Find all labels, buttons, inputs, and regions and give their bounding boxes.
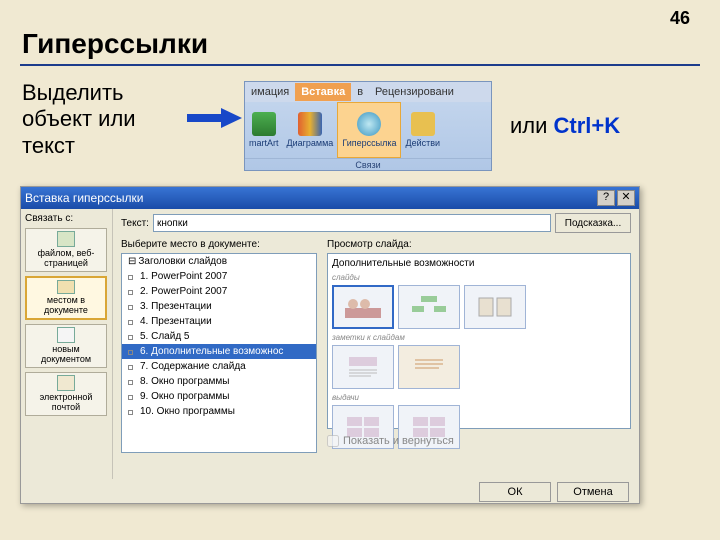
preview-thumb — [398, 285, 460, 329]
slide-tree[interactable]: Заголовки слайдов 1. PowerPoint 20072. P… — [121, 253, 317, 453]
ribbon-btn-smartart[interactable]: martArt — [245, 102, 283, 158]
ribbon-btn-hyperlink[interactable]: Гиперссылка — [337, 102, 401, 158]
show-return-label: Показать и вернуться — [343, 435, 454, 447]
preview-thumb — [332, 345, 394, 389]
new-doc-icon — [57, 327, 75, 343]
close-button[interactable]: ✕ — [617, 190, 635, 206]
title-rule — [20, 64, 700, 66]
preview-slide-title: Дополнительные возможности — [332, 258, 626, 269]
action-icon — [411, 112, 435, 136]
shortcut-text: или Ctrl+K — [510, 113, 620, 139]
email-icon — [57, 375, 75, 391]
cancel-button[interactable]: Отмена — [557, 482, 629, 502]
tree-label: Выберите место в документе: — [121, 239, 317, 250]
place-icon — [57, 280, 75, 294]
dialog-titlebar: Вставка гиперссылки ? ✕ — [21, 187, 639, 209]
slide-preview: Дополнительные возможности слайды заметк… — [327, 253, 631, 429]
ribbon-tabs: имация Вставка в Рецензировани — [245, 82, 491, 102]
link-to-new[interactable]: новым документом — [25, 324, 107, 368]
arrow-right-icon — [185, 106, 243, 130]
display-text-input[interactable] — [153, 214, 551, 232]
ribbon: имация Вставка в Рецензировани martArt Д… — [244, 81, 492, 171]
tree-item[interactable]: 7. Содержание слайда — [122, 359, 316, 374]
chart-icon — [298, 112, 322, 136]
tree-item[interactable]: 9. Окно программы — [122, 389, 316, 404]
slide-title: Гиперссылки — [22, 28, 208, 60]
ribbon-tab-active[interactable]: Вставка — [295, 83, 351, 101]
tree-item[interactable]: 2. PowerPoint 2007 — [122, 284, 316, 299]
preview-label: Просмотр слайда: — [327, 239, 631, 250]
show-return-checkbox — [327, 435, 339, 447]
page-number: 46 — [670, 8, 690, 29]
dialog-title: Вставка гиперссылки — [25, 191, 143, 205]
tree-item[interactable]: 10. Окно программы — [122, 404, 316, 419]
preview-thumb — [398, 345, 460, 389]
ribbon-tab[interactable]: Рецензировани — [369, 83, 460, 101]
ribbon-btn-action[interactable]: Действи — [401, 102, 444, 158]
ribbon-group-label: Связи — [245, 158, 491, 171]
link-to-label: Связать с: — [25, 213, 108, 224]
link-to-file[interactable]: файлом, веб-страницей — [25, 228, 107, 272]
preview-thumb — [332, 285, 394, 329]
ribbon-tab[interactable]: имация — [245, 83, 295, 101]
globe-link-icon — [357, 112, 381, 136]
file-web-icon — [57, 231, 75, 247]
preview-sub: заметки к слайдам — [332, 333, 626, 342]
ribbon-btn-chart[interactable]: Диаграмма — [283, 102, 338, 158]
insert-hyperlink-dialog: Вставка гиперссылки ? ✕ Связать с: файло… — [20, 186, 640, 504]
tree-item[interactable]: 5. Слайд 5 — [122, 329, 316, 344]
tree-item[interactable]: 1. PowerPoint 2007 — [122, 269, 316, 284]
ribbon-tab[interactable]: в — [351, 83, 369, 101]
instruction-text: Выделить объект или текст — [22, 80, 136, 159]
tree-item[interactable]: 6. Дополнительные возможнос — [122, 344, 316, 359]
smartart-icon — [252, 112, 276, 136]
link-to-sidebar: Связать с: файлом, веб-страницей местом … — [21, 209, 113, 479]
tree-item[interactable]: 8. Окно программы — [122, 374, 316, 389]
ok-button[interactable]: ОК — [479, 482, 551, 502]
tree-item[interactable]: 3. Презентации — [122, 299, 316, 314]
hint-button[interactable]: Подсказка... — [555, 213, 631, 233]
preview-thumb — [464, 285, 526, 329]
preview-sub: выдачи — [332, 393, 626, 402]
tree-item[interactable]: 4. Презентации — [122, 314, 316, 329]
text-label: Текст: — [121, 218, 149, 229]
preview-sub: слайды — [332, 273, 626, 282]
help-button[interactable]: ? — [597, 190, 615, 206]
link-to-place[interactable]: местом в документе — [25, 276, 107, 320]
tree-root[interactable]: Заголовки слайдов — [122, 254, 316, 269]
link-to-email[interactable]: электронной почтой — [25, 372, 107, 416]
